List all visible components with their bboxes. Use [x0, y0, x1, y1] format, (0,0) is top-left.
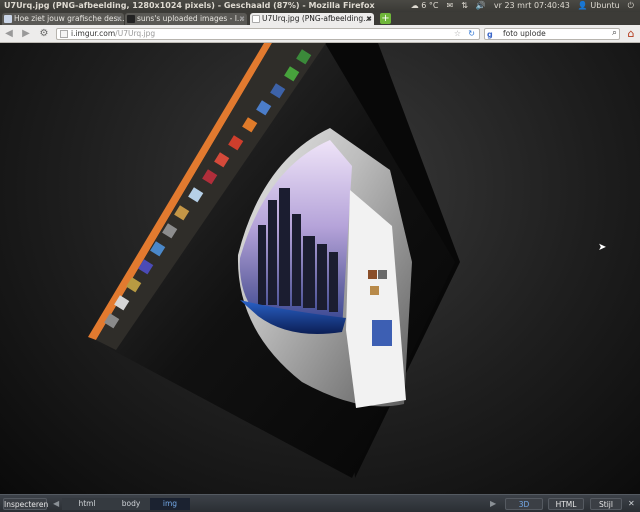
google-engine-icon[interactable]: g [487, 30, 493, 40]
user-menu[interactable]: 👤 Ubuntu [578, 0, 620, 12]
favicon-icon [4, 15, 12, 23]
power-icon[interactable]: ⏻ [628, 0, 634, 12]
back-arrow-icon[interactable]: ◀ [3, 28, 15, 40]
site-info-icon[interactable]: ⚙ [38, 28, 50, 40]
inspector-bar: Inspecteren ◀ html body img ▶ 3D HTML St… [0, 494, 640, 512]
navigation-toolbar: ◀ ▶ ⚙ i.imgur.com/U7Urq.jpg ☆ ↻ g foto u… [0, 25, 640, 43]
tab-label: suns's uploaded images - I... [137, 14, 245, 23]
favicon-icon [127, 15, 135, 23]
clock[interactable]: vr 23 mrt 07:40:43 [494, 0, 570, 12]
close-tab-icon[interactable]: ✖ [116, 13, 122, 25]
style-panel-button[interactable]: Stijl [590, 498, 622, 510]
network-icon[interactable]: ⇅ [461, 0, 468, 12]
thumbnail-1 [368, 270, 377, 279]
tab-label: U7Urq.jpg (PNG-afbeelding... [262, 14, 371, 23]
new-tab-button[interactable]: + [380, 13, 391, 24]
url-path: /U7Urq.jpg [115, 29, 156, 38]
close-inspector-icon[interactable]: ✕ [628, 498, 635, 510]
inspect-button[interactable]: Inspecteren [3, 498, 48, 510]
volume-icon[interactable]: 🔊 [476, 0, 486, 12]
home-icon[interactable]: ⌂ [625, 28, 637, 40]
user-name: Ubuntu [590, 1, 620, 10]
reload-icon[interactable]: ↻ [468, 29, 475, 39]
thumbnail-2 [378, 270, 387, 279]
panel-indicators: ☁ 6 °C ✉ ⇅ 🔊 vr 23 mrt 07:40:43 👤 Ubuntu… [411, 0, 634, 12]
page-icon [60, 30, 68, 38]
tab-1[interactable]: Hoe ziet jouw grafische des... ✖ [2, 13, 124, 25]
forward-arrow-icon[interactable]: ▶ [20, 28, 32, 40]
favicon-icon [252, 15, 260, 23]
mouse-cursor: ➤ [598, 242, 607, 253]
tab-2[interactable]: suns's uploaded images - I... ✖ [125, 13, 247, 25]
close-tab-icon[interactable]: ✖ [366, 13, 372, 25]
weather-indicator[interactable]: ☁ 6 °C [411, 0, 439, 12]
tab-3-active[interactable]: U7Urq.jpg (PNG-afbeelding... ✖ [250, 13, 374, 25]
bookmark-star-icon[interactable]: ☆ [454, 29, 461, 39]
breadcrumb-body[interactable]: body [112, 498, 150, 510]
view-3d-button[interactable]: 3D [505, 498, 543, 510]
tilted-image-3d[interactable] [0, 43, 640, 494]
search-value: foto uplode [503, 29, 546, 38]
thumbnail-3 [370, 286, 379, 295]
page-content-3d-view[interactable]: ➤ [0, 43, 640, 494]
crumb-back-icon[interactable]: ◀ [53, 498, 59, 510]
breadcrumb-img[interactable]: img [150, 498, 190, 510]
search-icon[interactable]: ⌕ [612, 28, 617, 38]
weather-text: 6 °C [421, 1, 439, 10]
top-panel: U7Urq.jpg (PNG-afbeelding, 1280x1024 pix… [0, 0, 640, 12]
tab-strip: Hoe ziet jouw grafische des... ✖ suns's … [0, 12, 640, 25]
url-domain: i.imgur.com [71, 29, 116, 38]
search-input[interactable]: g foto uplode ⌕ [484, 28, 620, 40]
window-title: U7Urq.jpg (PNG-afbeelding, 1280x1024 pix… [4, 1, 375, 10]
url-bar[interactable]: i.imgur.com/U7Urq.jpg ☆ ↻ [56, 28, 480, 40]
preview-image [372, 320, 392, 346]
close-tab-icon[interactable]: ✖ [239, 13, 245, 25]
mail-icon[interactable]: ✉ [447, 0, 454, 12]
tab-label: Hoe ziet jouw grafische des... [14, 14, 124, 23]
breadcrumb-html[interactable]: html [62, 498, 112, 510]
html-panel-button[interactable]: HTML [548, 498, 584, 510]
crumb-forward-icon[interactable]: ▶ [490, 498, 496, 510]
